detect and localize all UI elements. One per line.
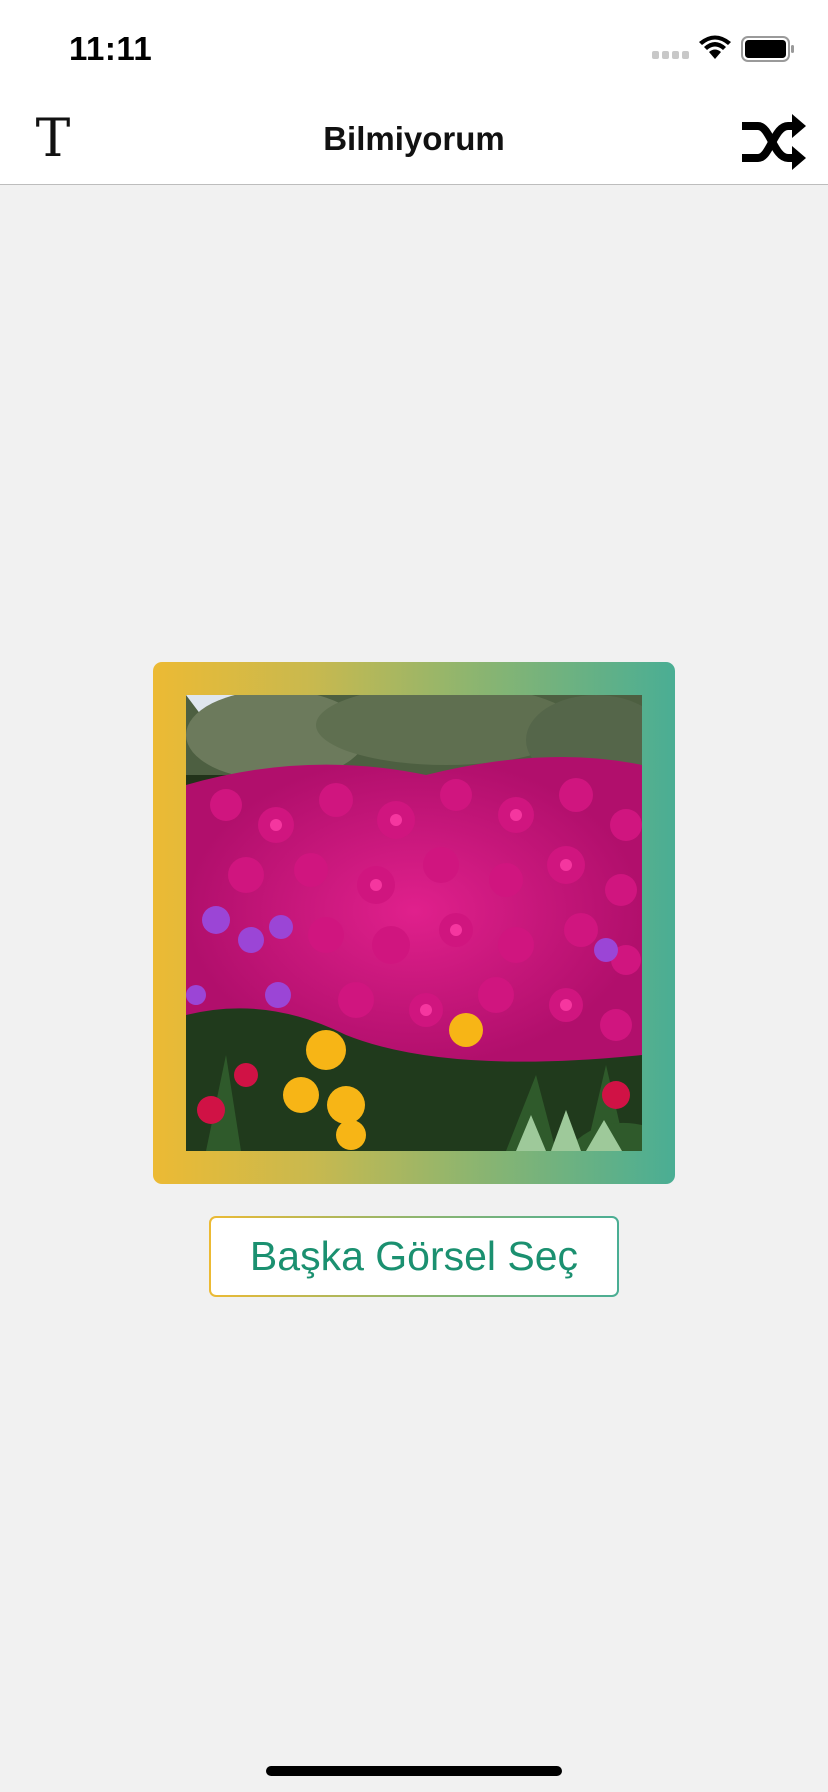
battery-icon [741, 36, 794, 62]
navigation-bar: T Bilmiyorum [0, 94, 828, 185]
shuffle-icon [740, 114, 806, 170]
status-bar: 11:11 [0, 0, 828, 94]
flower-photo-image [186, 695, 642, 1151]
cellular-signal-icon [652, 51, 689, 59]
status-time: 11:11 [69, 30, 153, 67]
flower-photo[interactable] [186, 695, 642, 1151]
home-indicator [266, 1766, 562, 1776]
wifi-icon [699, 35, 731, 59]
shuffle-button[interactable] [740, 114, 808, 170]
page-title: Bilmiyorum [323, 120, 505, 157]
image-frame [153, 662, 675, 1184]
pick-another-image-button[interactable]: Başka Görsel Seç [209, 1216, 619, 1297]
